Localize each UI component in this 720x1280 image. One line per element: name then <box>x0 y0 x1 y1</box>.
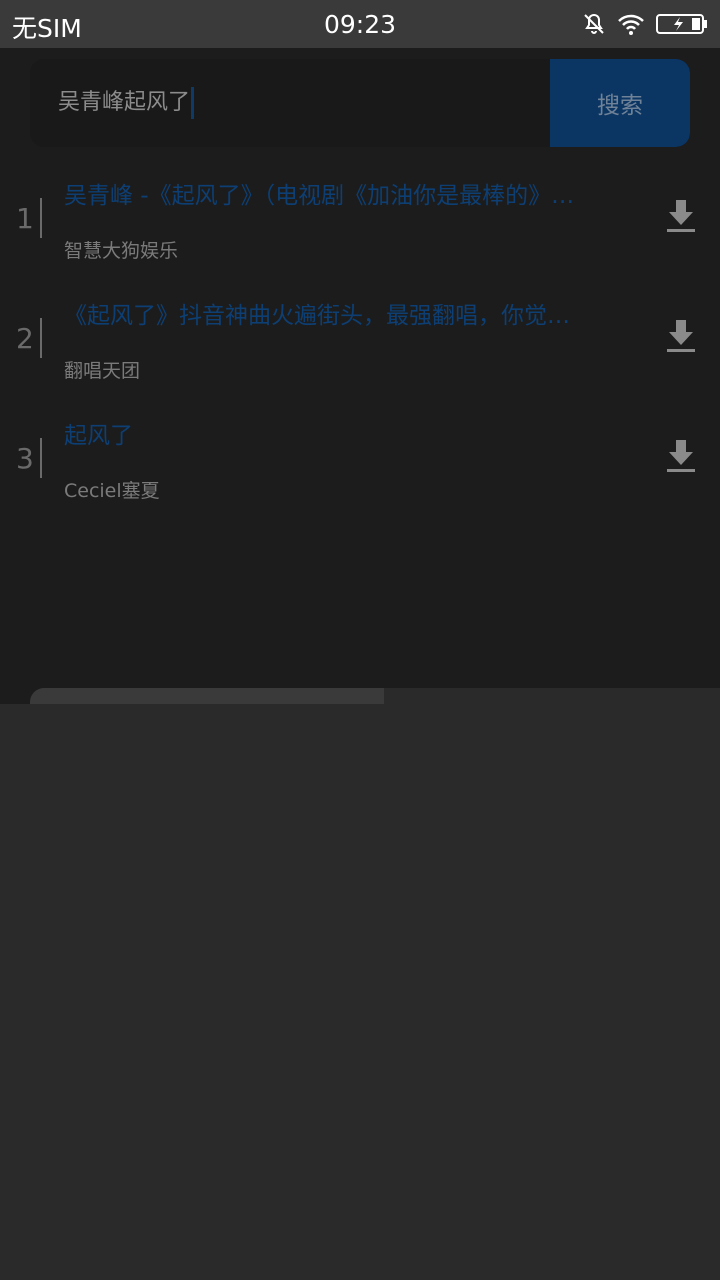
text-caret <box>191 87 195 119</box>
song-artist: 智慧大狗娱乐 <box>64 240 179 262</box>
underlying-card-edge <box>30 688 386 704</box>
result-index: 1 <box>16 202 34 235</box>
status-icons <box>582 11 708 37</box>
list-item[interactable]: 1 吴青峰 -《起风了》（电视剧《加油你是最棒的》… 智慧大狗娱乐 <box>0 168 720 288</box>
song-title[interactable]: 吴青峰 -《起风了》（电视剧《加油你是最棒的》… <box>64 176 636 210</box>
search-panel: 吴青峰起风了 搜索 1 吴青峰 -《起风了》（电视剧《加油你是最棒的》… 智慧大… <box>0 48 720 704</box>
index-divider <box>40 318 42 358</box>
search-button[interactable]: 搜索 <box>550 59 690 147</box>
battery-charging-icon <box>656 12 708 36</box>
search-input[interactable]: 吴青峰起风了 <box>58 85 195 121</box>
bell-muted-icon <box>582 12 606 36</box>
song-artist: Ceciel塞夏 <box>64 480 160 502</box>
underlying-panel-edge <box>384 688 720 704</box>
list-item[interactable]: 3 起风了 Ceciel塞夏 <box>0 408 720 528</box>
wifi-icon <box>616 12 646 36</box>
download-icon[interactable] <box>666 318 696 358</box>
search-box: 吴青峰起风了 搜索 <box>30 59 690 147</box>
song-title[interactable]: 起风了 <box>64 416 636 450</box>
result-index: 2 <box>16 322 34 355</box>
result-list: 1 吴青峰 -《起风了》（电视剧《加油你是最棒的》… 智慧大狗娱乐 2 《起风了… <box>0 168 720 528</box>
search-query-text: 吴青峰起风了 <box>58 90 191 115</box>
download-icon[interactable] <box>666 198 696 238</box>
status-bar: 无SIM 09:23 <box>0 0 720 48</box>
song-artist: 翻唱天团 <box>64 360 141 382</box>
index-divider <box>40 198 42 238</box>
result-index: 3 <box>16 442 34 475</box>
index-divider <box>40 438 42 478</box>
song-title[interactable]: 《起风了》抖音神曲火遍街头，最强翻唱，你觉… <box>64 296 636 330</box>
list-item[interactable]: 2 《起风了》抖音神曲火遍街头，最强翻唱，你觉… 翻唱天团 <box>0 288 720 408</box>
download-icon[interactable] <box>666 438 696 478</box>
